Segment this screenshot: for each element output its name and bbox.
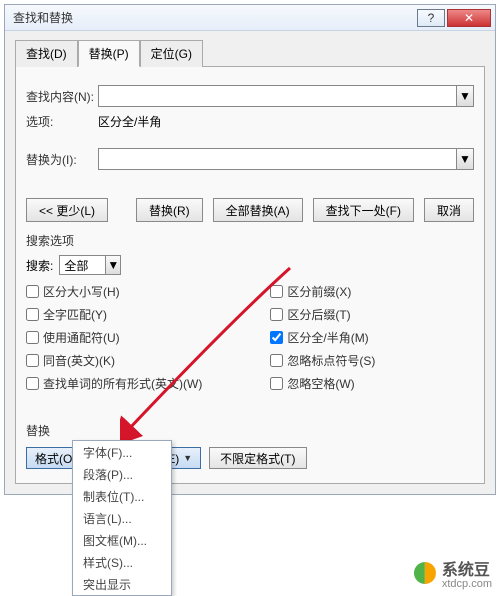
search-direction-select: ▼ — [59, 255, 121, 275]
checkbox-input[interactable] — [26, 308, 39, 321]
no-format-button[interactable]: 不限定格式(T) — [209, 447, 306, 469]
format-menu-item[interactable]: 制表位(T)... — [73, 485, 171, 507]
format-menu-item[interactable]: 字体(F)... — [73, 441, 171, 463]
checkbox-col-left: 区分大小写(H) 全字匹配(Y) 使用通配符(U) 同音(英文)(K) 查找单词的所有形… — [26, 283, 270, 392]
checkbox-col-right: 区分前缀(X) 区分后缀(T) 区分全/半角(M) 忽略标点符号(S) 忽略空格(W) — [270, 283, 474, 392]
tab-panel: 查找内容(N): ▼ 选项: 区分全/半角 替换为(I): ▼ << 更少(L) — [15, 66, 485, 484]
checkbox-option[interactable]: 忽略空格(W) — [270, 375, 474, 392]
replace-input[interactable] — [98, 148, 456, 170]
chevron-down-icon: ▼ — [107, 258, 119, 272]
format-button-label: 格式(O) — [35, 450, 76, 467]
find-label: 查找内容(N): — [26, 88, 98, 105]
format-menu-item[interactable]: 语言(L)... — [73, 507, 171, 529]
replace-button[interactable]: 替换(R) — [136, 198, 203, 222]
cancel-button[interactable]: 取消 — [424, 198, 474, 222]
checkbox-option[interactable]: 查找单词的所有形式(英文)(W) — [26, 375, 270, 392]
checkbox-option[interactable]: 区分后缀(T) — [270, 306, 474, 323]
find-replace-dialog: 查找和替换 ? ✕ 查找(D) 替换(P) 定位(G) 查找内容(N): ▼ 选… — [4, 4, 496, 495]
chevron-down-icon: ▼ — [459, 89, 471, 103]
checkbox-input[interactable] — [270, 354, 283, 367]
checkbox-grid: 区分大小写(H) 全字匹配(Y) 使用通配符(U) 同音(英文)(K) 查找单词的所有形… — [26, 283, 474, 392]
search-options-caption: 搜索选项 — [26, 232, 474, 249]
close-icon: ✕ — [464, 11, 474, 25]
replace-combo: ▼ — [98, 148, 474, 170]
tab-goto[interactable]: 定位(G) — [140, 40, 203, 67]
checkbox-input[interactable] — [270, 331, 283, 344]
find-dropdown[interactable]: ▼ — [456, 85, 474, 107]
watermark-domain: xtdcp.com — [442, 578, 492, 590]
button-row: << 更少(L) 替换(R) 全部替换(A) 查找下一处(F) 取消 — [26, 198, 474, 222]
help-button[interactable]: ? — [417, 9, 445, 27]
less-button[interactable]: << 更少(L) — [26, 198, 108, 222]
dialog-title: 查找和替换 — [13, 9, 415, 26]
search-direction-input[interactable] — [59, 255, 105, 275]
options-label: 选项: — [26, 113, 98, 130]
checkbox-option[interactable]: 区分大小写(H) — [26, 283, 270, 300]
checkbox-input[interactable] — [26, 285, 39, 298]
tab-find[interactable]: 查找(D) — [15, 40, 78, 67]
search-direction-label: 搜索: — [26, 257, 53, 274]
checkbox-input[interactable] — [26, 331, 39, 344]
find-row: 查找内容(N): ▼ — [26, 85, 474, 107]
watermark-brand: 系统豆 — [442, 562, 490, 579]
checkbox-option[interactable]: 区分前缀(X) — [270, 283, 474, 300]
checkbox-option[interactable]: 同音(英文)(K) — [26, 352, 270, 369]
replace-dropdown[interactable]: ▼ — [456, 148, 474, 170]
search-direction-dropdown[interactable]: ▼ — [105, 255, 121, 275]
find-combo: ▼ — [98, 85, 474, 107]
checkbox-option[interactable]: 全字匹配(Y) — [26, 306, 270, 323]
checkbox-label: 区分大小写(H) — [43, 283, 120, 300]
checkbox-label: 忽略标点符号(S) — [287, 352, 375, 369]
checkbox-label: 区分后缀(T) — [287, 306, 350, 323]
checkbox-input[interactable] — [270, 285, 283, 298]
options-value: 区分全/半角 — [98, 113, 161, 130]
find-input[interactable] — [98, 85, 456, 107]
tab-replace[interactable]: 替换(P) — [78, 40, 140, 67]
checkbox-option[interactable]: 忽略标点符号(S) — [270, 352, 474, 369]
format-menu-item[interactable]: 突出显示 — [73, 573, 171, 595]
format-menu: 字体(F)...段落(P)...制表位(T)...语言(L)...图文框(M).… — [72, 440, 172, 596]
checkbox-input[interactable] — [270, 377, 283, 390]
checkbox-option[interactable]: 使用通配符(U) — [26, 329, 270, 346]
replace-all-button[interactable]: 全部替换(A) — [213, 198, 303, 222]
checkbox-label: 使用通配符(U) — [43, 329, 120, 346]
format-menu-item[interactable]: 图文框(M)... — [73, 529, 171, 551]
format-menu-item[interactable]: 段落(P)... — [73, 463, 171, 485]
replace-row: 替换为(I): ▼ — [26, 148, 474, 170]
replace-label: 替换为(I): — [26, 151, 98, 168]
find-next-button[interactable]: 查找下一处(F) — [313, 198, 414, 222]
dialog-body: 查找(D) 替换(P) 定位(G) 查找内容(N): ▼ 选项: 区分全/半角 … — [5, 31, 495, 494]
close-button[interactable]: ✕ — [447, 9, 491, 27]
checkbox-label: 区分全/半角(M) — [287, 329, 368, 346]
checkbox-label: 忽略空格(W) — [287, 375, 354, 392]
format-menu-item[interactable]: 样式(S)... — [73, 551, 171, 573]
search-direction-row: 搜索: ▼ — [26, 255, 474, 275]
tab-strip: 查找(D) 替换(P) 定位(G) — [15, 39, 485, 66]
replace-section-caption: 替换 — [26, 422, 474, 439]
watermark-logo-icon — [414, 562, 436, 584]
checkbox-label: 同音(英文)(K) — [43, 352, 115, 369]
checkbox-label: 区分前缀(X) — [287, 283, 351, 300]
chevron-down-icon: ▼ — [183, 453, 192, 463]
titlebar[interactable]: 查找和替换 ? ✕ — [5, 5, 495, 31]
checkbox-input[interactable] — [26, 377, 39, 390]
checkbox-label: 全字匹配(Y) — [43, 306, 107, 323]
watermark: 系统豆 xtdcp.com — [414, 556, 492, 590]
chevron-down-icon: ▼ — [459, 152, 471, 166]
options-row: 选项: 区分全/半角 — [26, 113, 474, 130]
checkbox-input[interactable] — [270, 308, 283, 321]
watermark-text: 系统豆 xtdcp.com — [442, 556, 492, 590]
help-icon: ? — [428, 11, 435, 25]
checkbox-label: 查找单词的所有形式(英文)(W) — [43, 375, 202, 392]
checkbox-option[interactable]: 区分全/半角(M) — [270, 329, 474, 346]
checkbox-input[interactable] — [26, 354, 39, 367]
